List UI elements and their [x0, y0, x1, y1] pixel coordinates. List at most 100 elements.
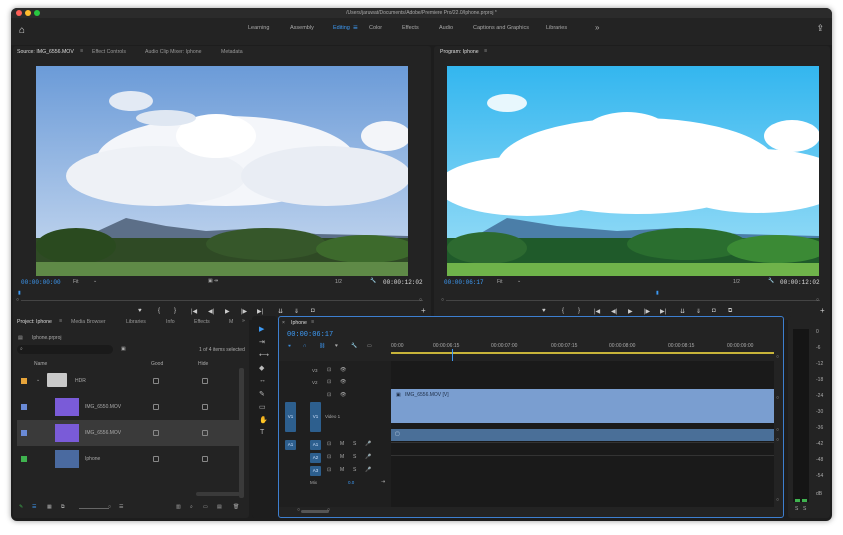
mute-toggle[interactable]: M: [340, 441, 344, 447]
mute-toggle[interactable]: M: [340, 454, 344, 460]
column-hide[interactable]: Hide: [198, 361, 208, 367]
workspace-tab-learning[interactable]: Learning: [248, 25, 269, 31]
hand-tool-icon[interactable]: ✋: [259, 416, 268, 424]
home-icon[interactable]: ⌂: [19, 25, 25, 36]
scroll-left-handle-icon[interactable]: ○: [297, 507, 300, 513]
timeline-tab-menu-icon[interactable]: ≡: [311, 319, 314, 325]
workspace-tab-color[interactable]: Color: [369, 25, 382, 31]
source-wrench-icon[interactable]: 🔧: [370, 278, 376, 284]
source-step-back-icon[interactable]: ◀|: [208, 308, 214, 315]
workspace-tab-captions[interactable]: Captions and Graphics: [473, 25, 529, 31]
mix-end-icon[interactable]: ⇥: [381, 479, 385, 485]
tab-markers[interactable]: M: [229, 319, 233, 325]
scroll-right-handle-icon[interactable]: ○: [327, 507, 330, 513]
vertical-scroll-handle-icon[interactable]: ○: [776, 395, 779, 401]
solo-toggle[interactable]: S: [353, 454, 356, 460]
label-color-swatch[interactable]: [21, 378, 27, 384]
hide-checkbox[interactable]: [202, 456, 208, 462]
label-color-swatch[interactable]: [21, 404, 27, 410]
program-add-marker-icon[interactable]: ♥: [542, 308, 546, 314]
project-search-input[interactable]: ⌕: [17, 345, 113, 354]
project-row-img6550[interactable]: IMG_6550.MOV: [17, 394, 243, 420]
solo-left-button[interactable]: S: [795, 506, 798, 512]
track-a1-target[interactable]: A1: [310, 440, 321, 450]
close-window-button[interactable]: [16, 10, 22, 16]
timeline-ruler[interactable]: 00:00 00:00:06:15 00:00:07:00 00:00:07:1…: [391, 341, 774, 355]
captions-icon[interactable]: ▭: [367, 343, 372, 349]
project-more-icon[interactable]: »: [242, 318, 245, 324]
disclosure-chevron-icon[interactable]: ⌄: [36, 377, 40, 383]
sync-lock-icon[interactable]: ⊡: [327, 441, 331, 447]
sync-lock-icon[interactable]: ⊡: [327, 392, 331, 398]
program-scrub-bar[interactable]: [446, 300, 820, 301]
program-scroll-left-icon[interactable]: ○: [441, 297, 444, 303]
project-tab-menu-icon[interactable]: ≡: [59, 318, 62, 324]
pen-tool-icon[interactable]: ✎: [259, 390, 265, 398]
timeline-horizontal-scrollbar[interactable]: [301, 510, 329, 513]
timeline-settings-icon[interactable]: 🔧: [351, 343, 357, 349]
tab-media-browser[interactable]: Media Browser: [71, 319, 106, 325]
track-v1-target[interactable]: V1: [310, 402, 321, 432]
hide-checkbox[interactable]: [202, 430, 208, 436]
program-mark-in-icon[interactable]: {: [562, 308, 564, 314]
type-tool-icon[interactable]: T: [260, 429, 264, 436]
timeline-timecode[interactable]: 00:00:06:17: [287, 331, 333, 339]
program-add-button[interactable]: +: [820, 306, 825, 315]
mic-icon[interactable]: 🎤: [365, 467, 371, 473]
freeform-view-icon[interactable]: ⧉: [61, 504, 65, 510]
tab-timeline-iphone[interactable]: Iphone: [291, 320, 307, 326]
program-go-out-icon[interactable]: ▶|: [660, 308, 666, 315]
program-camera-icon[interactable]: ◘: [712, 308, 716, 314]
good-checkbox[interactable]: [153, 430, 159, 436]
solo-toggle[interactable]: S: [353, 441, 356, 447]
source-fit-chevron-icon[interactable]: ⌄: [93, 278, 97, 284]
selection-tool-icon[interactable]: ▶: [259, 325, 264, 333]
column-good[interactable]: Good: [151, 361, 163, 367]
program-go-in-icon[interactable]: |◀: [594, 308, 600, 315]
mix-value[interactable]: 0.0: [348, 480, 354, 485]
workspace-tab-assembly[interactable]: Assembly: [290, 25, 314, 31]
source-patch-v1[interactable]: V1: [285, 402, 296, 432]
share-icon[interactable]: ⇪: [816, 23, 824, 34]
snap-icon[interactable]: ∩: [303, 343, 307, 349]
hide-checkbox[interactable]: [202, 378, 208, 384]
source-add-marker-icon[interactable]: ♥: [138, 308, 142, 314]
program-timecode-in[interactable]: 00:00:06:17: [444, 279, 484, 286]
source-go-in-icon[interactable]: |◀: [191, 308, 197, 315]
project-scrollbar[interactable]: [239, 368, 244, 498]
razor-tool-icon[interactable]: ◆: [259, 364, 264, 372]
vertical-scroll-handle-icon[interactable]: ○: [776, 427, 779, 433]
source-scroll-left-icon[interactable]: ○: [16, 297, 19, 303]
tab-info[interactable]: Info: [166, 319, 175, 325]
workspace-tab-libraries[interactable]: Libraries: [546, 25, 567, 31]
workspace-tab-editing[interactable]: Editing: [333, 25, 350, 31]
track-a2-target[interactable]: A2: [310, 453, 321, 463]
sort-icon[interactable]: ☰: [119, 504, 123, 510]
source-timecode-in[interactable]: 00:00:00:00: [21, 279, 61, 286]
source-resolution-select[interactable]: 1/2: [335, 279, 342, 285]
workspace-more-icon[interactable]: »: [595, 23, 599, 32]
vertical-scroll-bottom-icon[interactable]: ○: [776, 497, 779, 503]
source-patch-a1[interactable]: A1: [285, 440, 296, 450]
program-step-back-icon[interactable]: ◀|: [611, 308, 617, 315]
project-row-hdr[interactable]: ⌄ HDR: [17, 368, 243, 394]
program-scroll-right-icon[interactable]: ○: [816, 297, 819, 303]
slip-tool-icon[interactable]: ↔: [259, 377, 266, 384]
source-tab-menu-icon[interactable]: ≡: [80, 48, 83, 54]
sync-lock-icon[interactable]: ⊡: [327, 454, 331, 460]
rectangle-tool-icon[interactable]: ▭: [259, 403, 266, 411]
pencil-icon[interactable]: ✎: [19, 504, 23, 510]
program-compare-icon[interactable]: ⧉: [728, 308, 732, 315]
program-mark-out-icon[interactable]: }: [578, 308, 580, 314]
label-color-swatch[interactable]: [21, 430, 27, 436]
track-select-tool-icon[interactable]: ⇥: [259, 338, 265, 346]
tab-source[interactable]: Source: IMG_6556.MOV: [17, 49, 74, 55]
workspace-menu-icon[interactable]: ≡: [353, 23, 358, 32]
hide-checkbox[interactable]: [202, 404, 208, 410]
program-play-button[interactable]: ▶: [628, 308, 633, 315]
audio-clip[interactable]: ▢: [391, 429, 774, 441]
source-scroll-right-icon[interactable]: ○: [419, 297, 422, 303]
source-overwrite-icon[interactable]: ⇓: [294, 308, 299, 315]
eye-icon[interactable]: 👁: [340, 367, 346, 373]
workspace-tab-effects[interactable]: Effects: [402, 25, 419, 31]
